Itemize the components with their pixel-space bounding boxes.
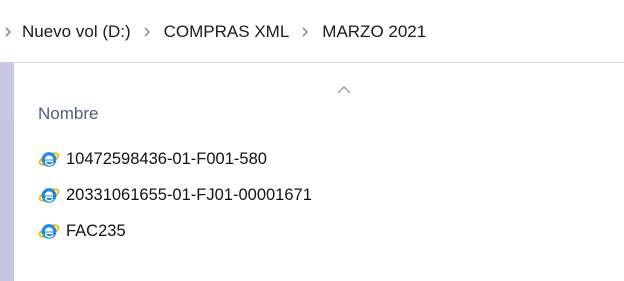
list-item[interactable]: 10472598436-01-F001-580 [38,146,267,172]
list-item[interactable]: FAC235 [38,218,126,244]
list-item[interactable]: 20331061655-01-FJ01-00001671 [38,182,312,208]
caret-up-icon [336,82,352,94]
file-name: FAC235 [66,221,126,240]
file-explorer-window: Nuevo vol (D:) COMPRAS XML MARZO 2021 No… [0,0,624,281]
internet-explorer-icon [38,152,60,167]
file-name: 10472598436-01-F001-580 [66,149,267,168]
breadcrumb-item-compras-xml[interactable]: COMPRAS XML [164,22,290,42]
breadcrumb: Nuevo vol (D:) COMPRAS XML MARZO 2021 [5,20,426,44]
breadcrumb-item-marzo-2021[interactable]: MARZO 2021 [322,22,426,42]
chevron-right-icon[interactable] [301,26,309,38]
column-header-row: Nombre [14,62,624,123]
address-bar[interactable]: Nuevo vol (D:) COMPRAS XML MARZO 2021 [0,0,624,63]
internet-explorer-icon [38,188,60,203]
breadcrumb-item-drive[interactable]: Nuevo vol (D:) [22,22,131,42]
desktop-background [0,116,14,281]
internet-explorer-icon [38,224,60,239]
column-header-name[interactable]: Nombre [38,104,98,124]
chevron-right-icon[interactable] [4,26,12,38]
file-name: 20331061655-01-FJ01-00001671 [66,185,312,204]
chevron-right-icon[interactable] [143,26,151,38]
